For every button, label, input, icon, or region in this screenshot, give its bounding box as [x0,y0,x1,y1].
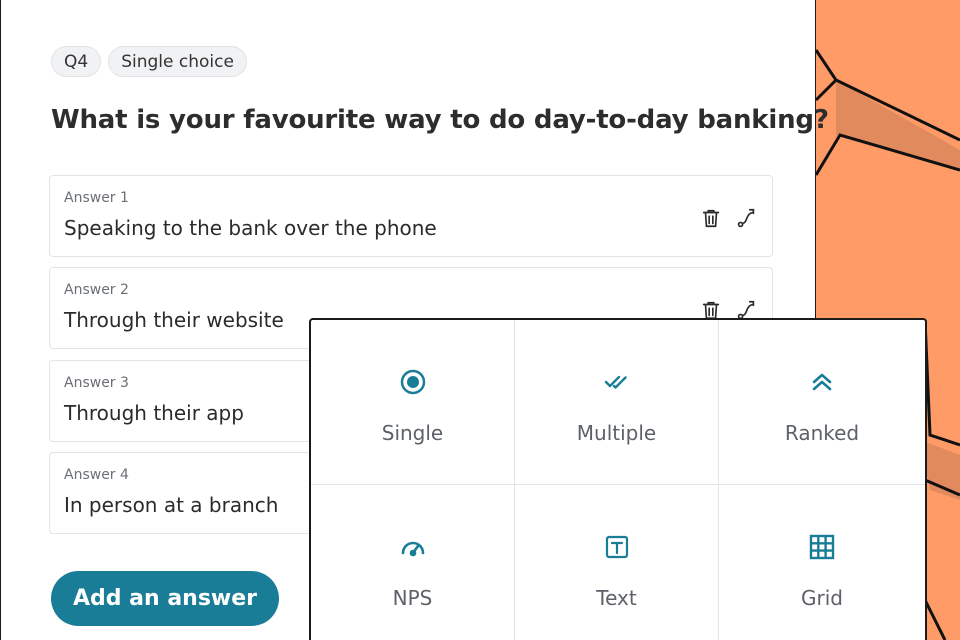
type-option-label: Ranked [784,421,860,445]
add-answer-button[interactable]: Add an answer [51,571,279,626]
type-option-nps[interactable]: NPS [311,485,515,640]
grid-icon [808,533,836,561]
question-number-chip: Q4 [51,46,102,77]
type-option-multiple[interactable]: Multiple [515,320,719,485]
radio-icon [399,368,427,396]
trash-icon[interactable] [700,207,722,229]
double-check-icon [603,368,631,396]
answer-label: Answer 1 [64,190,129,206]
type-option-single[interactable]: Single [311,320,515,485]
route-icon[interactable] [736,207,758,229]
answer-label: Answer 2 [64,282,129,298]
answer-text[interactable]: Through their website [64,308,284,332]
answer-label: Answer 4 [64,467,129,483]
question-title[interactable]: What is your favourite way to do day-to-… [51,105,829,135]
answer-text[interactable]: Through their app [64,401,244,425]
answer-text[interactable]: Speaking to the bank over the phone [64,216,437,240]
question-chips: Q4 Single choice [51,46,247,77]
type-option-grid[interactable]: Grid [719,485,925,640]
type-option-label: Single [381,421,444,445]
type-option-ranked[interactable]: Ranked [719,320,925,485]
answer-label: Answer 3 [64,375,129,391]
type-option-text[interactable]: Text [515,485,719,640]
type-option-label: Multiple [576,421,657,445]
answer-text[interactable]: In person at a branch [64,493,278,517]
gauge-icon [399,533,427,561]
type-option-label: NPS [392,586,433,610]
question-type-picker: Single Multiple Ranked NPS Text Grid [309,318,927,640]
type-option-label: Text [596,586,637,610]
answer-field[interactable]: Answer 1 Speaking to the bank over the p… [49,175,773,257]
text-box-icon [603,533,631,561]
double-chevron-up-icon [808,368,836,396]
type-option-label: Grid [801,586,843,610]
question-type-chip[interactable]: Single choice [108,46,247,77]
